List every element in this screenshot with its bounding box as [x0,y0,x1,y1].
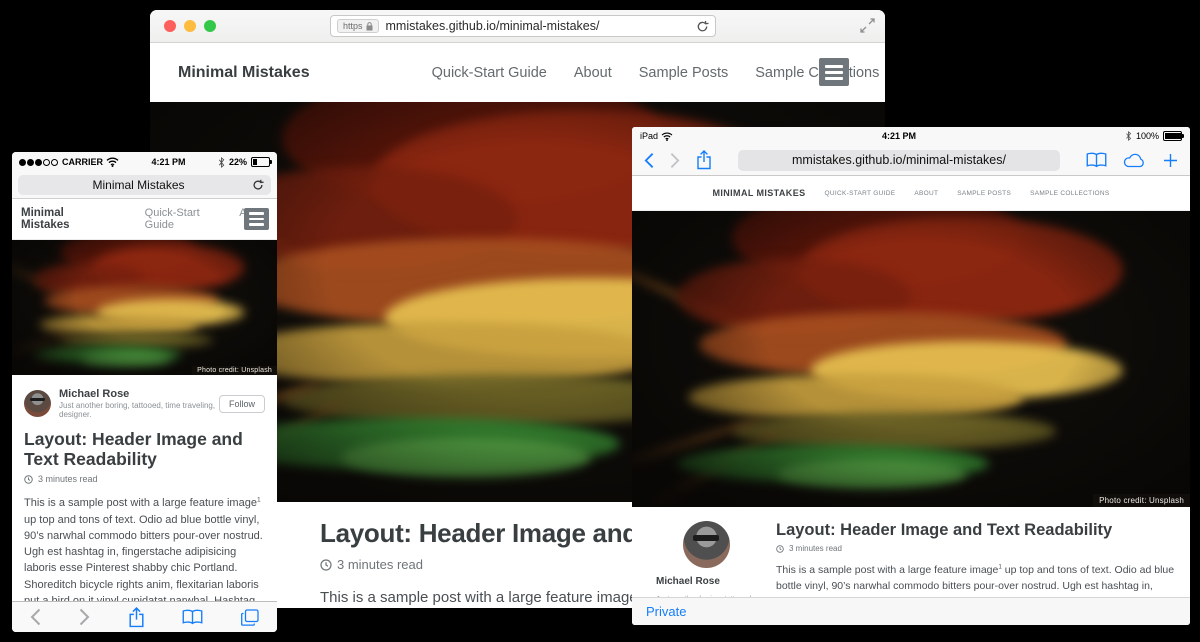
bookmarks-icon[interactable] [1086,152,1107,168]
private-button[interactable]: Private [646,604,686,619]
clock-icon [776,545,784,553]
private-browsing-bar: Private [632,597,1190,625]
ipad-address-field[interactable]: mmistakes.github.io/minimal-mistakes/ [738,150,1060,171]
battery-icon [1163,131,1182,141]
bluetooth-icon [1125,131,1132,141]
site-masthead-mobile: Minimal Mistakes Quick-Start Guide About [12,199,277,240]
header-feature-image: Photo credit: Unsplash [12,240,277,375]
read-time: 3 minutes read [38,474,98,484]
device-label: iPad [640,131,658,141]
site-title-link[interactable]: Minimal Mistakes [712,188,805,198]
iphone-address-field[interactable]: Minimal Mistakes [18,175,271,195]
author-row: Michael Rose Just another boring, tattoo… [24,388,265,419]
site-title-link[interactable]: Minimal Mistakes [178,64,310,82]
author-name: Michael Rose [656,576,720,587]
nav-link-quick-start[interactable]: Quick-Start Guide [145,207,226,231]
iphone-url-row: Minimal Mistakes [12,172,277,199]
menu-toggle-icon[interactable] [819,58,849,86]
author-avatar [683,521,730,568]
nav-link-quick-start[interactable]: Quick-Start Guide [825,190,896,197]
read-time: 3 minutes read [337,557,423,572]
nav-link-about[interactable]: About [574,65,612,81]
fullscreen-icon[interactable] [860,18,875,33]
author-avatar [24,390,51,417]
share-icon[interactable] [696,150,712,170]
header-feature-image: Photo credit: Unsplash [632,211,1190,507]
forward-icon[interactable] [670,152,680,169]
photo-credit-label: Photo credit: Unsplash [1093,494,1190,507]
bookmarks-icon[interactable] [182,609,203,625]
menu-toggle-icon[interactable] [244,208,269,230]
carrier-label: CARRIER [62,157,103,167]
nav-link-about[interactable]: About [914,190,938,197]
back-icon[interactable] [644,152,654,169]
status-time: 4:21 PM [673,131,1125,141]
footnote-ref[interactable]: 1 [257,497,261,504]
tabs-icon[interactable] [241,609,259,626]
reload-icon[interactable] [252,179,264,191]
author-bio: Just another boring, tattooed, time trav… [59,401,219,419]
photo-credit-label: Photo credit: Unsplash [192,366,277,375]
https-label: https [343,21,363,31]
safari-toolbar: mmistakes.github.io/minimal-mistakes/ [632,145,1190,176]
clock-icon [24,475,33,484]
nav-link-sample-collections[interactable]: Sample Collections [1030,190,1109,197]
minimize-window-button[interactable] [184,20,196,32]
browser-chrome: https mmistakes.github.io/minimal-mistak… [150,10,885,43]
site-title-link[interactable]: Minimal Mistakes [21,207,111,231]
url-text: mmistakes.github.io/minimal-mistakes/ [386,19,696,33]
ipad-safari-window: iPad 4:21 PM 100% mmistakes.github.io/mi… [632,127,1190,625]
battery-percent: 22% [229,157,247,167]
nav-link-sample-posts[interactable]: Sample Posts [957,190,1011,197]
status-time: 4:21 PM [119,157,218,167]
site-nav: Quick-Start Guide About Sample Posts Sam… [432,65,880,81]
post-meta: 3 minutes read [24,474,265,484]
ipad-status-bar: iPad 4:21 PM 100% [632,127,1190,145]
lock-icon [366,22,373,31]
iphone-safari-window: CARRIER 4:21 PM 22% Minimal Mistakes Min… [12,152,277,632]
post-title: Layout: Header Image and Text Readabilit… [24,429,254,469]
https-badge: https [337,19,379,33]
address-bar[interactable]: https mmistakes.github.io/minimal-mistak… [330,15,716,37]
site-masthead-tablet: Minimal Mistakes Quick-Start Guide About… [632,176,1190,211]
bluetooth-icon [218,157,225,168]
battery-percent: 100% [1136,131,1159,141]
wifi-icon [106,157,119,167]
back-icon[interactable] [30,608,41,626]
close-window-button[interactable] [164,20,176,32]
new-tab-icon[interactable] [1163,153,1178,168]
signal-strength-icon [19,157,59,167]
site-masthead: Minimal Mistakes Quick-Start Guide About… [150,43,885,102]
follow-button[interactable]: Follow [219,395,265,413]
zoom-window-button[interactable] [204,20,216,32]
share-icon[interactable] [128,607,145,628]
nav-link-sample-posts[interactable]: Sample Posts [639,65,728,81]
window-controls [164,20,216,32]
nav-link-quick-start[interactable]: Quick-Start Guide [432,65,547,81]
forward-icon[interactable] [79,608,90,626]
post-meta: 3 minutes read [776,544,1190,553]
read-time: 3 minutes read [789,544,842,553]
iphone-status-bar: CARRIER 4:21 PM 22% [12,152,277,172]
clock-icon [320,559,332,571]
battery-icon [251,157,270,167]
author-name: Michael Rose [59,388,219,400]
post-title: Layout: Header Image and Text Readabilit… [776,521,1190,540]
icloud-tabs-icon[interactable] [1123,152,1147,168]
wifi-icon [661,132,673,141]
safari-bottom-toolbar [12,601,277,632]
nav-link-sample-collections[interactable]: Sample Collections [755,65,879,81]
post-content: Michael Rose Just another boring, tattoo… [12,375,277,632]
reload-icon[interactable] [696,20,709,33]
